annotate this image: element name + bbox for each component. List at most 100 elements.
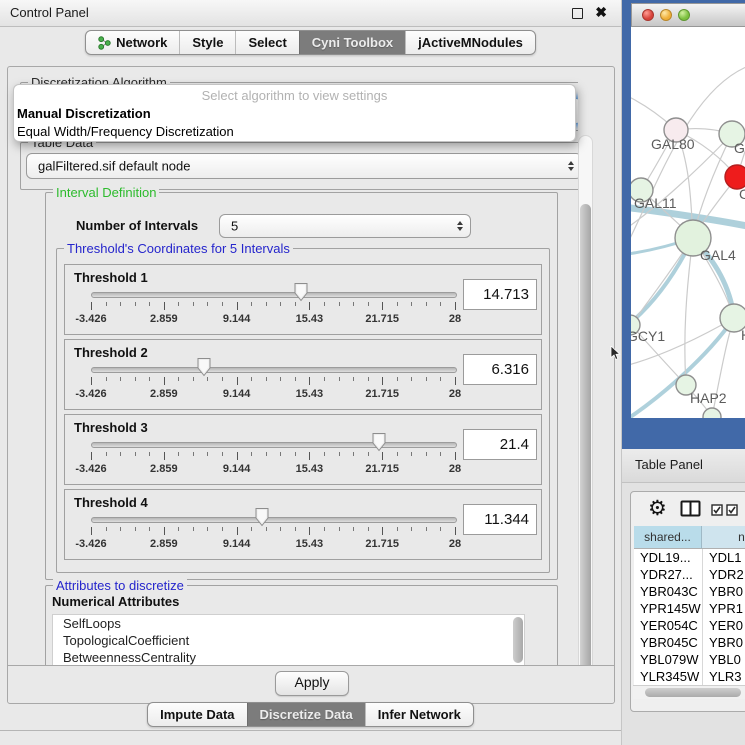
table-cell[interactable]: YER0 (703, 617, 745, 634)
tick-mark (440, 452, 441, 456)
float-window-icon[interactable] (572, 8, 583, 19)
table-cell[interactable]: YDL19... (634, 549, 703, 566)
slider-track[interactable] (91, 367, 457, 373)
attributes-scrollbar-thumb[interactable] (513, 617, 523, 663)
slider-handle[interactable] (293, 282, 309, 302)
table-cell[interactable]: YBR043C (634, 583, 703, 600)
table-row[interactable]: YDR27...YDR2 (634, 566, 745, 583)
table-cell[interactable]: YBR045C (634, 634, 703, 651)
table-cell[interactable]: YER054C (634, 617, 703, 634)
tab-style[interactable]: Style (179, 31, 235, 54)
table-row[interactable]: YER054CYER0 (634, 617, 745, 634)
split-view-icon[interactable] (680, 500, 701, 522)
tab-infer-network[interactable]: Infer Network (365, 703, 473, 726)
slider-handle[interactable] (371, 432, 387, 452)
table-cell[interactable]: YPR1 (703, 600, 745, 617)
table-cell[interactable]: YLR345W (634, 668, 703, 685)
tab-discretize-label: Discretize Data (260, 706, 353, 723)
tick-mark (353, 377, 354, 381)
tick-label: -3.426 (66, 538, 116, 550)
algorithm-option-manual[interactable]: Manual Discretization (14, 106, 575, 122)
tick-label: -3.426 (66, 388, 116, 400)
attribute-item[interactable]: BetweennessCentrality (53, 649, 524, 665)
tab-cyni-toolbox[interactable]: Cyni Toolbox (299, 31, 405, 54)
panel-scrollbar-track[interactable] (578, 135, 593, 695)
table-row[interactable]: YBR043CYBR0 (634, 583, 745, 600)
table-row[interactable]: YDL19...YDL1 (634, 549, 745, 566)
node-table[interactable]: shared... n... YDL19...YDL1YDR27...YDR2Y… (634, 526, 745, 686)
tab-select[interactable]: Select (235, 31, 298, 54)
tab-impute-data[interactable]: Impute Data (148, 703, 246, 726)
table-cell[interactable]: YDL1 (703, 549, 745, 566)
tick-mark (193, 527, 194, 531)
tick-label: 2.859 (139, 463, 189, 475)
attributes-group: Attributes to discretize Numerical Attri… (45, 585, 558, 665)
tick-mark (455, 377, 456, 385)
attribute-item[interactable]: SelfLoops (53, 615, 524, 632)
tick-mark (91, 527, 92, 535)
attribute-item[interactable]: TopologicalCoefficient (53, 632, 524, 649)
table-cell[interactable]: YBR0 (703, 634, 745, 651)
slider-handle[interactable] (196, 357, 212, 377)
table-row[interactable]: YBL079WYBL0 (634, 651, 745, 668)
tick-mark (222, 527, 223, 531)
panel-bottom-edge (0, 730, 621, 731)
tick-mark (266, 452, 267, 456)
tick-label: 21.715 (357, 388, 407, 400)
network-window-titlebar[interactable] (631, 3, 745, 27)
tab-network[interactable]: Network (86, 31, 179, 54)
table-cell[interactable]: YDR2 (703, 566, 745, 583)
network-window: GAL80 GA C GAL11 GAL4 GCY1 H HAP2 (622, 0, 745, 449)
tick-mark (382, 452, 383, 460)
tick-mark (178, 377, 179, 381)
close-traffic-light[interactable] (642, 9, 654, 21)
threshold-value-box[interactable]: 6.316 (463, 354, 537, 385)
tab-jactivemnodules[interactable]: jActiveMNodules (405, 31, 535, 54)
threshold-value-box[interactable]: 11.344 (463, 504, 537, 535)
gear-icon[interactable]: ⚙ (648, 494, 667, 524)
number-of-intervals-combobox[interactable]: 5 (219, 214, 471, 238)
tick-mark (106, 452, 107, 456)
tick-mark (455, 452, 456, 460)
numerical-attributes-list[interactable]: SelfLoopsTopologicalCoefficientBetweenne… (52, 614, 525, 665)
network-node[interactable] (703, 408, 721, 418)
panel-scrollbar-thumb[interactable] (580, 204, 591, 690)
slider-track[interactable] (91, 517, 457, 523)
tick-mark (193, 377, 194, 381)
table-hscrollbar-track[interactable] (633, 685, 745, 699)
table-cell[interactable]: YBL079W (634, 651, 703, 668)
table-cell[interactable]: YPR145W (634, 600, 703, 617)
interval-definition-group: Interval Definition Number of Intervals … (45, 192, 558, 580)
slider-track[interactable] (91, 442, 457, 448)
slider-track[interactable] (91, 292, 457, 298)
tick-mark (120, 527, 121, 531)
tick-label: 28 (430, 538, 480, 550)
table-cell[interactable]: YLR3 (703, 668, 745, 685)
table-cell[interactable]: YBR0 (703, 583, 745, 600)
tab-discretize-data[interactable]: Discretize Data (247, 703, 365, 726)
table-cell[interactable]: YBL0 (703, 651, 745, 668)
network-canvas[interactable]: GAL80 GA C GAL11 GAL4 GCY1 H HAP2 (631, 27, 745, 418)
checkbox-icon[interactable] (726, 503, 738, 521)
close-icon[interactable]: ✖ (595, 4, 607, 21)
table-row[interactable]: YPR145WYPR1 (634, 600, 745, 617)
apply-button[interactable]: Apply (275, 671, 349, 696)
checkbox-icon[interactable] (711, 503, 723, 521)
threshold-value-box[interactable]: 21.4 (463, 429, 537, 460)
table-row[interactable]: YBR045CYBR0 (634, 634, 745, 651)
table-row[interactable]: YLR345WYLR3 (634, 668, 745, 685)
combo-arrows-icon (457, 221, 463, 231)
node-label: GAL4 (700, 247, 736, 263)
minimize-traffic-light[interactable] (660, 9, 672, 21)
zoom-traffic-light[interactable] (678, 9, 690, 21)
threshold-value-box[interactable]: 14.713 (463, 279, 537, 310)
algorithm-option-equal-width[interactable]: Equal Width/Frequency Discretization (14, 124, 575, 140)
table-cell[interactable]: YDR27... (634, 566, 703, 583)
network-nodes[interactable] (631, 118, 745, 418)
column-header-name[interactable]: n... (702, 526, 745, 549)
slider-handle[interactable] (254, 507, 270, 527)
interval-definition-title: Interval Definition (53, 185, 159, 200)
table-data-combobox[interactable]: galFiltered.sif default node (26, 153, 578, 179)
table-hscrollbar-thumb[interactable] (645, 688, 741, 697)
column-header-shared-name[interactable]: shared... (634, 526, 702, 549)
